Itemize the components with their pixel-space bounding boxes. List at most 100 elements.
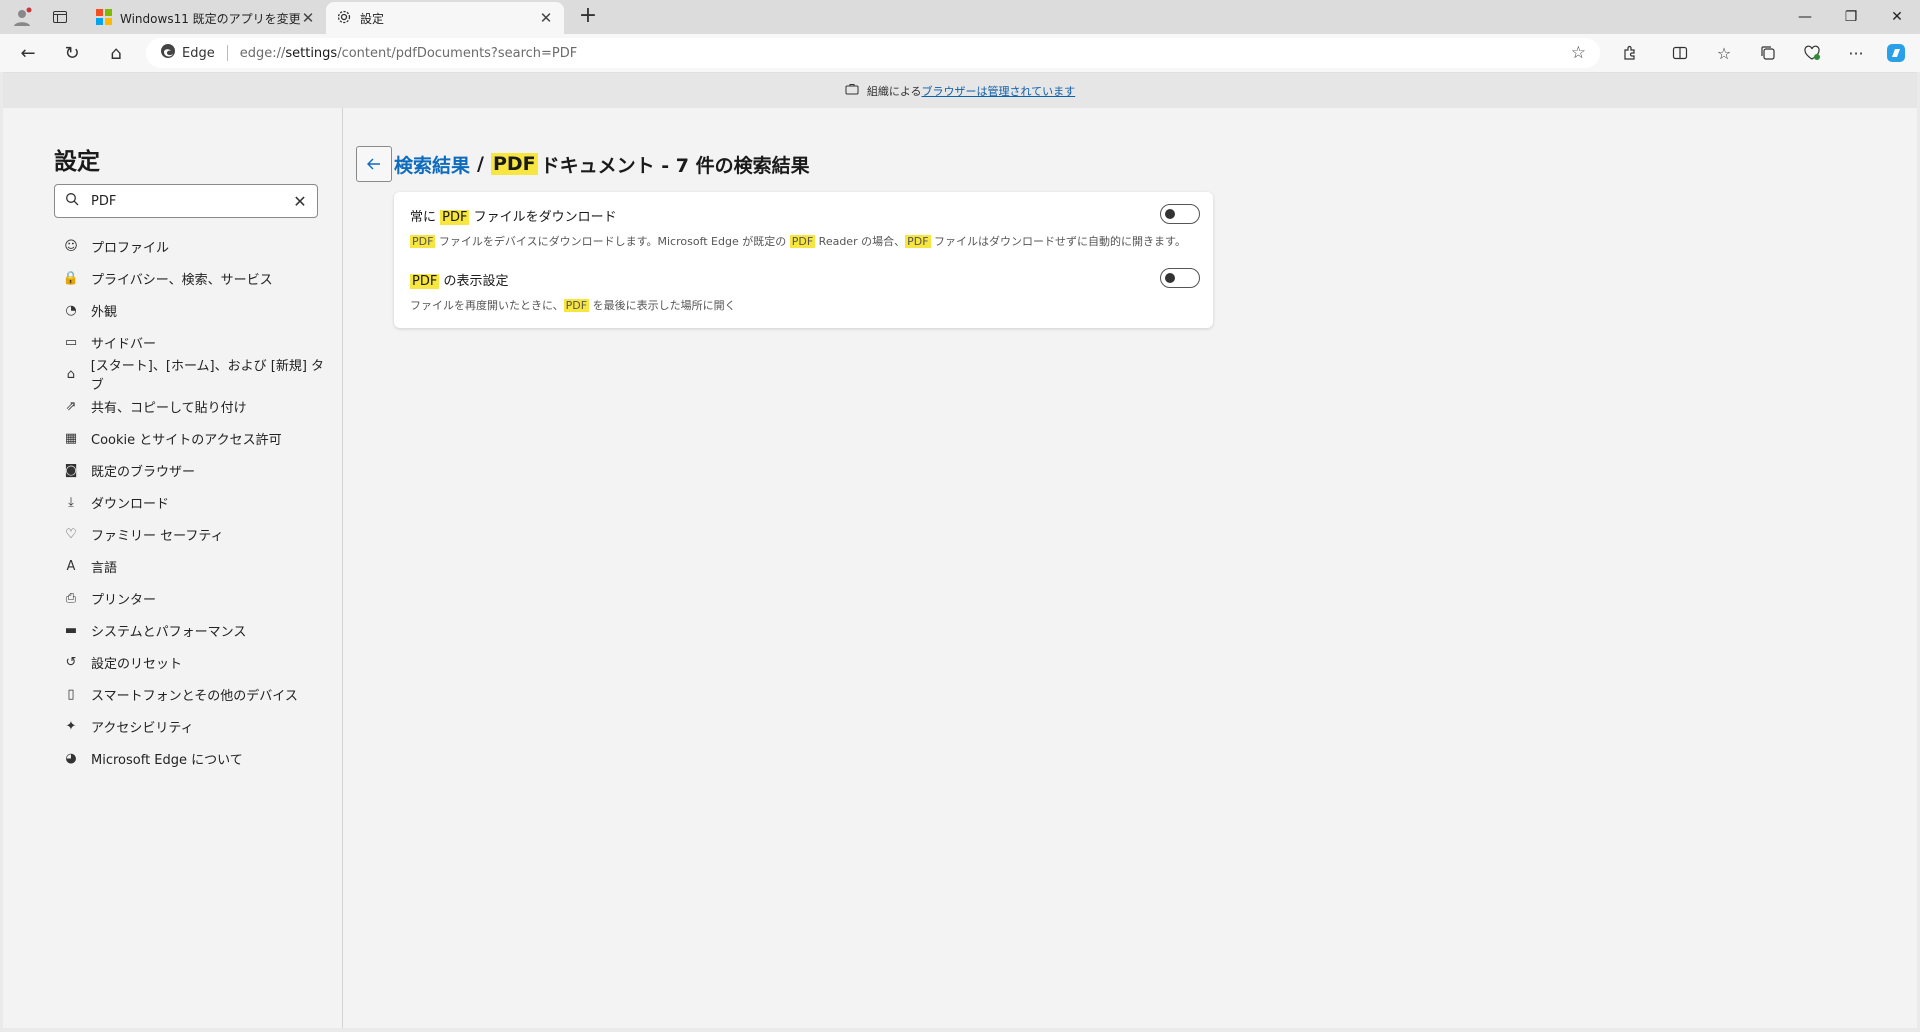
setting-row: 常に PDF ファイルをダウンロード PDF ファイルをデバイスにダウンロードしま…: [410, 204, 1200, 249]
address-bar[interactable]: Edge edge://settings/content/pdfDocument…: [146, 38, 1600, 68]
breadcrumb-separator: /: [477, 153, 484, 175]
sidebar-item-label: サイドバー: [91, 336, 157, 352]
tab-actions-icon[interactable]: [48, 5, 72, 29]
setting-row: PDF の表示設定 ファイルを再度開いたときに、 PDF を最後に表示した場所に開く: [410, 268, 1200, 313]
browser-essentials-icon[interactable]: [1799, 41, 1825, 65]
extensions-icon[interactable]: [1617, 41, 1643, 65]
sidebar-item-language[interactable]: A 言語: [63, 550, 333, 582]
page-title-text: ドキュメント - 7 件の検索結果: [540, 154, 810, 177]
site-label: Edge: [182, 45, 215, 61]
url-text[interactable]: edge://settings/content/pdfDocuments?sea…: [240, 46, 578, 61]
sidebar-item-edge-logo[interactable]: ◕ Microsoft Edge について: [63, 742, 333, 774]
sidebar-item-label: Cookie とサイトのアクセス許可: [91, 432, 282, 448]
title-bar: Windows11 既定のアプリを変更しも ✕ 設定 ✕ + — ❐ ✕: [0, 0, 1920, 34]
sidebar-item-sidebar[interactable]: ▭ サイドバー: [63, 326, 333, 358]
restore-button[interactable]: ❐: [1828, 0, 1874, 34]
sidebar-item-printer[interactable]: ⎙ プリンター: [63, 582, 333, 614]
breadcrumb-search-results[interactable]: 検索結果: [394, 151, 470, 178]
sidebar-item-label: Microsoft Edge について: [91, 752, 243, 768]
profile-icon: ☺: [64, 238, 78, 254]
sidebar-item-label: プロファイル: [91, 240, 170, 256]
new-tab-button[interactable]: +: [576, 5, 600, 29]
url-scheme: edge://: [239, 45, 286, 61]
sidebar-item-download[interactable]: ⤓ ダウンロード: [63, 486, 333, 518]
description-text: ファイルを再度開いたときに、: [410, 299, 564, 312]
accessibility-icon: ✦: [65, 718, 77, 734]
home-icon[interactable]: ⌂: [102, 40, 130, 66]
appearance-icon: ◔: [65, 302, 77, 318]
label-text: ファイルをダウンロード: [469, 210, 617, 225]
settings-page: 設定 ✕ ☺ プロファイル 🔒 プライバシー、検索、サービス ◔ 外観 ▭ サイドバー ⌂ [スタ…: [3, 108, 1917, 1028]
settings-sidebar: 設定 ✕ ☺ プロファイル 🔒 プライバシー、検索、サービス ◔ 外観 ▭ サイドバー ⌂ [スタ…: [3, 108, 343, 1028]
settings-search-input[interactable]: [89, 193, 283, 209]
settings-main: 検索結果 / PDF ドキュメント - 7 件の検索結果 常に PDF ファイル…: [344, 108, 1917, 1028]
profile-avatar-icon[interactable]: [10, 5, 34, 29]
sidebar-item-default-browser[interactable]: ◙ 既定のブラウザー: [63, 454, 333, 486]
sidebar-item-appearance[interactable]: ◔ 外観: [63, 294, 333, 326]
favorites-icon[interactable]: ☆: [1711, 41, 1737, 65]
highlighted-term: PDF: [410, 235, 436, 248]
collections-icon[interactable]: [1755, 41, 1781, 65]
copilot-icon[interactable]: [1883, 41, 1909, 65]
toggle-knob: [1165, 273, 1175, 283]
language-icon: A: [66, 558, 76, 574]
close-tab-icon[interactable]: ✕: [538, 9, 554, 27]
search-icon: [55, 192, 89, 210]
sidebar-item-cookie[interactable]: ▦ Cookie とサイトのアクセス許可: [63, 422, 333, 454]
sidebar-item-system[interactable]: ▬ システムとパフォーマンス: [63, 614, 333, 646]
gear-icon: [336, 9, 352, 28]
back-arrow-icon[interactable]: ←: [14, 40, 42, 66]
highlighted-term: PDF: [905, 235, 931, 248]
refresh-icon[interactable]: ↻: [58, 40, 86, 66]
briefcase-icon: [845, 83, 859, 98]
sidebar-item-label: スマートフォンとその他のデバイス: [91, 688, 298, 704]
setting-toggle[interactable]: [1160, 204, 1200, 224]
sidebar-item-phone[interactable]: ▯ スマートフォンとその他のデバイス: [63, 678, 333, 710]
tab-windows11-article[interactable]: Windows11 既定のアプリを変更しも ✕: [86, 2, 326, 34]
setting-label: PDF の表示設定: [410, 270, 1200, 289]
managed-browser-infobar: 組織による ブラウザーは管理されています: [3, 72, 1917, 108]
browser-toolbar: ← ↻ ⌂ Edge edge://settings/content/pdfDo…: [0, 34, 1920, 72]
share-icon: ⇗: [65, 398, 77, 414]
sidebar-item-label: 設定のリセット: [91, 656, 183, 672]
setting-description: ファイルを再度開いたときに、 PDF を最後に表示した場所に開く: [410, 297, 1200, 313]
sidebar-item-home-tab[interactable]: ⌂ [スタート]、[ホーム]、および [新規] タブ: [63, 358, 333, 393]
highlighted-term: PDF: [563, 299, 590, 312]
clear-search-icon[interactable]: ✕: [283, 192, 317, 211]
description-text: を最後に表示した場所に開く: [589, 299, 736, 312]
sidebar-item-label: 言語: [91, 560, 118, 576]
sidebar-item-accessibility[interactable]: ✦ アクセシビリティ: [63, 710, 333, 742]
sidebar-item-label: アクセシビリティ: [91, 720, 194, 736]
sidebar-item-share[interactable]: ⇗ 共有、コピーして貼り付け: [63, 390, 333, 422]
highlighted-term: PDF: [789, 235, 816, 248]
managed-browser-link[interactable]: ブラウザーは管理されています: [922, 83, 1076, 99]
sidebar-item-reset[interactable]: ↺ 設定のリセット: [63, 646, 333, 678]
sidebar-item-label: ダウンロード: [91, 496, 170, 512]
more-options-icon[interactable]: ···: [1843, 41, 1869, 65]
infobar-prefix: 組織による: [866, 84, 922, 98]
tab-settings[interactable]: 設定 ✕: [326, 2, 564, 34]
settings-search-box[interactable]: ✕: [54, 184, 318, 218]
sidebar-item-profile[interactable]: ☺ プロファイル: [63, 230, 333, 262]
cookie-icon: ▦: [64, 430, 78, 446]
sidebar-item-lock[interactable]: 🔒 プライバシー、検索、サービス: [63, 262, 333, 294]
site-identity-chip[interactable]: Edge: [146, 43, 215, 63]
close-window-button[interactable]: ✕: [1874, 0, 1920, 34]
download-icon: ⤓: [68, 494, 74, 510]
back-arrow-icon: [367, 158, 380, 170]
sidebar-item-family[interactable]: ♡ ファミリー セーフティ: [63, 518, 333, 550]
close-tab-icon[interactable]: ✕: [300, 9, 316, 27]
sidebar-item-label: 外観: [91, 304, 118, 320]
description-text: ファイルをデバイスにダウンロードします。Microsoft Edge が既定の: [435, 235, 790, 248]
edge-logo-icon: ◕: [65, 750, 77, 766]
setting-toggle[interactable]: [1160, 268, 1200, 288]
description-text: Reader の場合、: [815, 235, 906, 248]
back-to-results-button[interactable]: [356, 146, 392, 182]
favorite-star-icon[interactable]: ☆: [1571, 43, 1586, 63]
default-browser-icon: ◙: [64, 462, 78, 478]
minimize-button[interactable]: —: [1782, 0, 1828, 34]
sidebar-item-label: ファミリー セーフティ: [91, 528, 224, 544]
split-screen-icon[interactable]: [1667, 41, 1693, 65]
pdf-settings-card: 常に PDF ファイルをダウンロード PDF ファイルをデバイスにダウンロードしま…: [394, 192, 1213, 328]
highlighted-term: PDF: [410, 274, 440, 289]
